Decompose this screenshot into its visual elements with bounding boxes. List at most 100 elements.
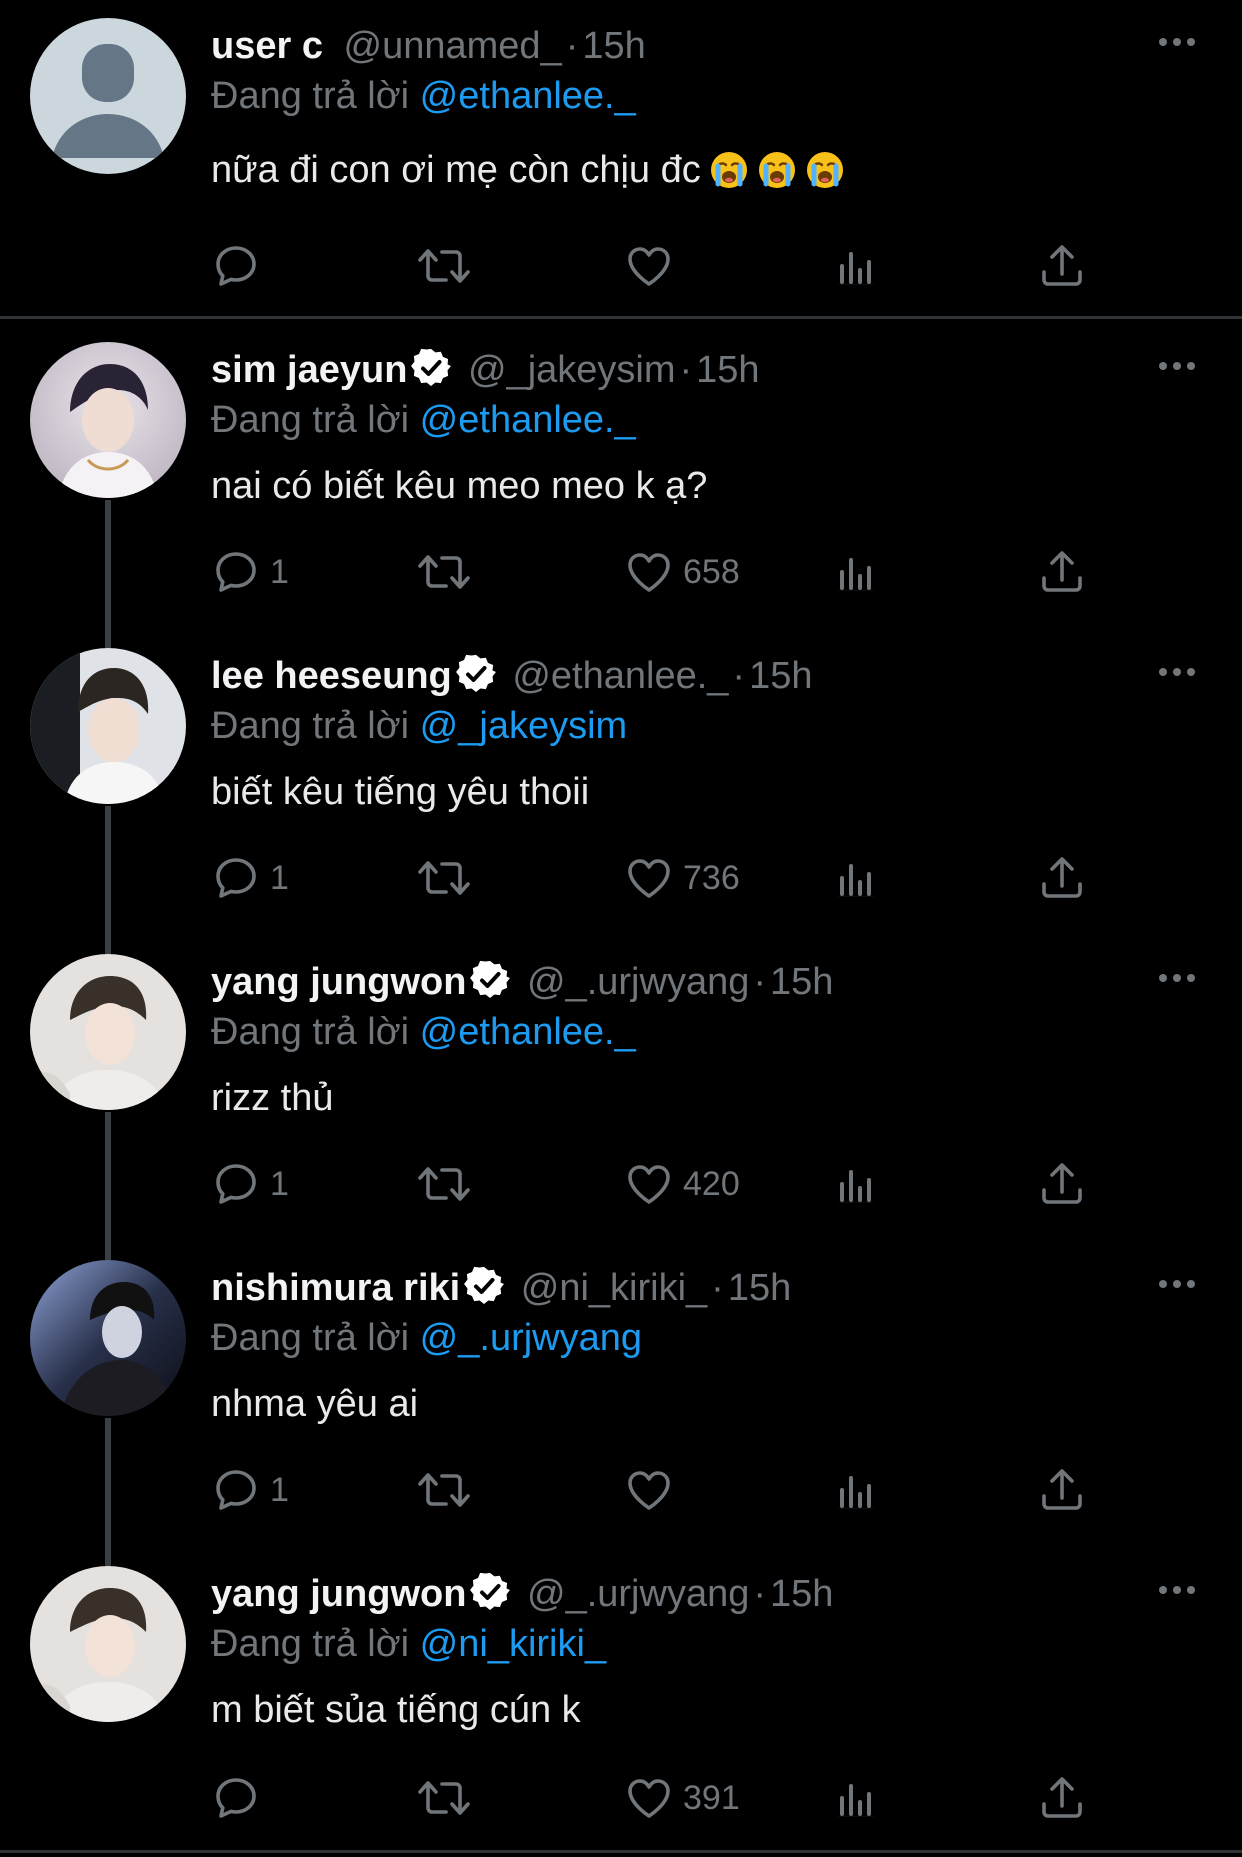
retweet-button[interactable] xyxy=(416,1772,472,1824)
avatar[interactable] xyxy=(30,954,186,1110)
tweet-text-content: nữa đi con ơi mẹ còn chịu đc xyxy=(211,149,701,191)
retweet-button[interactable] xyxy=(416,546,472,598)
reply-count: 1 xyxy=(270,1470,289,1509)
reply-mention-link[interactable]: @ni_kiriki_ xyxy=(420,1623,606,1665)
user-handle[interactable]: @unnamed_ xyxy=(344,25,562,67)
views-button[interactable] xyxy=(834,546,882,598)
reply-mention-link[interactable]: @_jakeysim xyxy=(420,705,628,747)
retweet-icon xyxy=(416,1160,472,1208)
reply-icon xyxy=(212,1466,260,1514)
analytics-icon xyxy=(834,1466,882,1514)
reply-button[interactable] xyxy=(212,240,270,292)
retweet-button[interactable] xyxy=(416,852,472,904)
reply-icon xyxy=(212,854,260,902)
avatar[interactable] xyxy=(30,342,186,498)
heart-icon xyxy=(625,1160,673,1208)
replying-label: Đang trả lời xyxy=(211,1623,410,1665)
more-options-icon[interactable] xyxy=(1158,1278,1196,1290)
more-options-icon[interactable] xyxy=(1158,360,1196,372)
views-button[interactable] xyxy=(834,1464,882,1516)
like-button[interactable] xyxy=(625,1464,683,1516)
timestamp[interactable]: 15h xyxy=(770,961,833,1003)
reply-mention-link[interactable]: @ethanlee._ xyxy=(420,75,636,117)
reply-mention-link[interactable]: @ethanlee._ xyxy=(420,1011,636,1053)
replying-to: Đang trả lời @_.urjwyang xyxy=(211,1316,642,1360)
user-handle[interactable]: @_.urjwyang xyxy=(527,961,749,1003)
display-name[interactable]: yang jungwon xyxy=(211,1573,466,1615)
views-button[interactable] xyxy=(834,240,882,292)
reply-button[interactable]: 1 xyxy=(212,1464,289,1516)
share-button[interactable] xyxy=(1038,240,1086,292)
share-icon xyxy=(1038,548,1086,596)
replying-label: Đang trả lời xyxy=(211,1011,410,1053)
share-button[interactable] xyxy=(1038,546,1086,598)
display-name[interactable]: lee heeseung xyxy=(211,655,452,697)
reply-mention-link[interactable]: @ethanlee._ xyxy=(420,399,636,441)
reply-count: 1 xyxy=(270,858,289,897)
share-icon xyxy=(1038,1774,1086,1822)
reply-mention-link[interactable]: @_.urjwyang xyxy=(420,1317,642,1359)
more-options-icon[interactable] xyxy=(1158,1584,1196,1596)
verified-badge-icon xyxy=(470,1572,510,1612)
views-button[interactable] xyxy=(834,1158,882,1210)
tweet-text-content: nhma yêu ai xyxy=(211,1383,419,1425)
share-button[interactable] xyxy=(1038,1772,1086,1824)
like-button[interactable]: 736 xyxy=(625,852,740,904)
timestamp[interactable]: 15h xyxy=(728,1267,791,1309)
display-name[interactable]: user c xyxy=(211,25,323,67)
replying-to: Đang trả lời @ethanlee._ xyxy=(211,1010,636,1054)
tweet-text: nhma yêu ai xyxy=(211,1380,418,1428)
tweet-header: sim jaeyun @_jakeysim · 15h xyxy=(211,348,760,392)
timestamp[interactable]: 15h xyxy=(696,349,759,391)
separator-dot: · xyxy=(753,961,766,1003)
heart-icon xyxy=(625,854,673,902)
avatar[interactable] xyxy=(30,1260,186,1416)
views-button[interactable] xyxy=(834,1772,882,1824)
more-options-icon[interactable] xyxy=(1158,666,1196,678)
tweet-divider xyxy=(0,316,1242,319)
more-options-icon[interactable] xyxy=(1158,36,1196,48)
replying-label: Đang trả lời xyxy=(211,1317,410,1359)
timestamp[interactable]: 15h xyxy=(749,655,812,697)
tweet-text-content: biết kêu tiếng yêu thoii xyxy=(211,771,590,813)
timestamp[interactable]: 15h xyxy=(770,1573,833,1615)
reply-button[interactable]: 1 xyxy=(212,546,289,598)
avatar[interactable] xyxy=(30,1566,186,1722)
share-icon xyxy=(1038,1466,1086,1514)
tweet-text-content: rizz thủ xyxy=(211,1077,334,1119)
user-handle[interactable]: @_jakeysim xyxy=(468,349,676,391)
user-handle[interactable]: @ethanlee._ xyxy=(512,655,728,697)
heart-icon xyxy=(625,1466,673,1514)
reply-button[interactable] xyxy=(212,1772,270,1824)
separator-dot: · xyxy=(679,349,693,391)
like-button[interactable]: 391 xyxy=(625,1772,740,1824)
like-button[interactable] xyxy=(625,240,683,292)
separator-dot: · xyxy=(565,25,579,67)
loudly-crying-face-icon xyxy=(757,150,797,190)
display-name[interactable]: nishimura riki xyxy=(211,1267,460,1309)
views-button[interactable] xyxy=(834,852,882,904)
like-button[interactable]: 658 xyxy=(625,546,740,598)
avatar[interactable] xyxy=(30,18,186,174)
like-count: 736 xyxy=(683,858,740,897)
action-bar: 1 658 xyxy=(0,546,1242,598)
loudly-crying-face-icon xyxy=(805,150,845,190)
like-button[interactable]: 420 xyxy=(625,1158,740,1210)
more-options-icon[interactable] xyxy=(1158,972,1196,984)
share-button[interactable] xyxy=(1038,1464,1086,1516)
retweet-button[interactable] xyxy=(416,1158,472,1210)
display-name[interactable]: yang jungwon xyxy=(211,961,466,1003)
retweet-button[interactable] xyxy=(416,240,472,292)
reply-icon xyxy=(212,242,260,290)
user-handle[interactable]: @_.urjwyang xyxy=(527,1573,749,1615)
retweet-button[interactable] xyxy=(416,1464,472,1516)
share-button[interactable] xyxy=(1038,1158,1086,1210)
reply-button[interactable]: 1 xyxy=(212,852,289,904)
share-button[interactable] xyxy=(1038,852,1086,904)
user-handle[interactable]: @ni_kiriki_ xyxy=(521,1267,707,1309)
avatar[interactable] xyxy=(30,648,186,804)
heart-icon xyxy=(625,242,673,290)
timestamp[interactable]: 15h xyxy=(582,25,645,67)
display-name[interactable]: sim jaeyun xyxy=(211,349,407,391)
reply-button[interactable]: 1 xyxy=(212,1158,289,1210)
